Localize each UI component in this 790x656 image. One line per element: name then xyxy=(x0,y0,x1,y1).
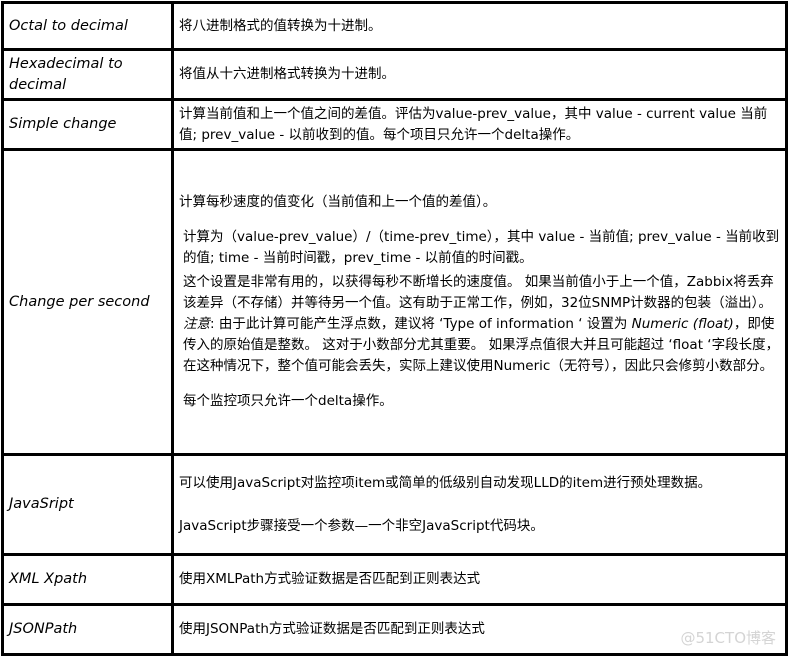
table-row: Change per second 计算每秒速度的值变化（当前值和上一个值的差值… xyxy=(1,148,788,456)
table-row: Octal to decimal 将八进制格式的值转换为十进制。 xyxy=(1,1,788,51)
table-row: JavaSript 可以使用JavaScript对监控项item或简单的低级别自… xyxy=(1,453,788,556)
row-name: XML Xpath xyxy=(1,553,174,606)
preprocessing-table: Octal to decimal 将八进制格式的值转换为十进制。 Hexadec… xyxy=(1,1,788,656)
row-name: Octal to decimal xyxy=(1,1,174,51)
watermark: @51CTO博客 xyxy=(680,629,776,647)
row-name: Simple change xyxy=(1,98,174,151)
row-description: 计算当前值和上一个值之间的差值。评估为value-prev_value，其中 v… xyxy=(171,98,788,151)
paragraph: JavaScript步骤接受一个参数—一个非空JavaScript代码块。 xyxy=(179,517,544,534)
row-description: 可以使用JavaScript对监控项item或简单的低级别自动发现LLD的ite… xyxy=(171,453,788,556)
paragraph: 计算每秒速度的值变化（当前值和上一个值的差值）。 xyxy=(179,194,497,210)
paragraph: 每个监控项只允许一个delta操作。 xyxy=(183,393,393,409)
row-description: 使用XMLPath方式验证数据是否匹配到正则表达式 xyxy=(171,553,788,606)
paragraph: 可以使用JavaScript对监控项item或简单的低级别自动发现LLD的ite… xyxy=(179,474,712,491)
row-description: 计算每秒速度的值变化（当前值和上一个值的差值）。 计算为（value-prev_… xyxy=(171,148,788,456)
paragraph: 这个设置是非常有用的，以获得每秒不断增长的速度值。 如果当前值小于上一个值，Za… xyxy=(183,274,774,311)
table-row: JSONPath 使用JSONPath方式验证数据是否匹配到正则表达式 xyxy=(1,603,788,656)
table-row: Hexadecimal to decimal 将值从十六进制格式转换为十进制。 xyxy=(1,48,788,101)
note-label: 注意 xyxy=(183,316,210,332)
table-row: Simple change 计算当前值和上一个值之间的差值。评估为value-p… xyxy=(1,98,788,151)
note-text: : 由于此计算可能产生浮点数，建议将 ‘Type of information … xyxy=(210,316,632,332)
row-name: JSONPath xyxy=(1,603,174,656)
row-description: 将八进制格式的值转换为十进制。 xyxy=(171,1,788,51)
row-name: JavaSript xyxy=(1,453,174,556)
row-name: Change per second xyxy=(1,148,174,456)
table-row: XML Xpath 使用XMLPath方式验证数据是否匹配到正则表达式 xyxy=(1,553,788,606)
row-name: Hexadecimal to decimal xyxy=(1,48,174,101)
paragraph: 计算为（value-prev_value）/（time-prev_time），其… xyxy=(183,229,780,266)
row-description: 将值从十六进制格式转换为十进制。 xyxy=(171,48,788,101)
note-paragraph: 注意: 由于此计算可能产生浮点数，建议将 ‘Type of informatio… xyxy=(179,314,781,377)
note-emphasis: Numeric (float) xyxy=(631,316,734,332)
